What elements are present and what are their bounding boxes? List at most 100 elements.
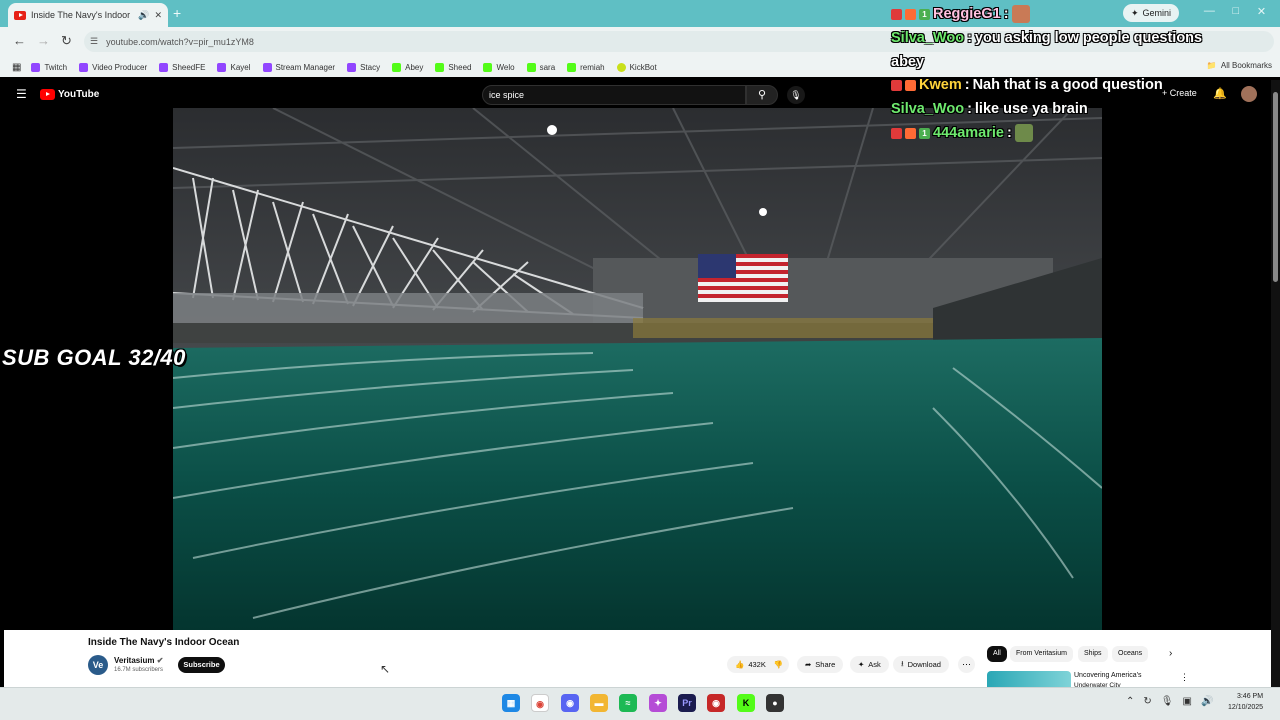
chat-text: like use ya brain bbox=[974, 101, 1088, 117]
display-icon[interactable]: ▣ bbox=[1182, 696, 1191, 707]
new-tab-button[interactable]: + bbox=[173, 5, 181, 21]
close-tab-icon[interactable]: ✕ bbox=[154, 10, 162, 21]
back-arrow-icon[interactable]: ← bbox=[13, 33, 26, 48]
subscribe-button[interactable]: Subscribe bbox=[178, 657, 225, 673]
voice-search-button[interactable]: 🎙 bbox=[787, 86, 805, 104]
create-label: Create bbox=[1169, 88, 1197, 98]
download-icon: ⭳ bbox=[901, 659, 904, 668]
search-button[interactable]: ⚲ bbox=[746, 85, 778, 105]
thumbs-up-icon: 👍 bbox=[735, 660, 745, 669]
share-button[interactable]: ➦ Share bbox=[797, 656, 844, 673]
account-avatar[interactable] bbox=[1241, 86, 1257, 102]
like-dislike-button[interactable]: 👍 432K 👎 bbox=[727, 656, 789, 673]
hamburger-menu-icon[interactable]: ☰ bbox=[16, 87, 27, 101]
bookmark-item[interactable]: Video Producer bbox=[79, 62, 147, 72]
bookmark-item[interactable]: sara bbox=[526, 62, 555, 72]
volume-icon[interactable]: 🔊 bbox=[1201, 696, 1213, 707]
chat-text: Nah that is a good question bbox=[972, 77, 1163, 93]
bookmark-item[interactable]: Welo bbox=[483, 62, 515, 72]
discord-icon[interactable]: ◉ bbox=[561, 694, 579, 712]
bookmark-item[interactable]: Twitch bbox=[31, 62, 67, 72]
thumbs-down-icon[interactable]: 👎 bbox=[774, 660, 783, 669]
all-bookmarks-label: All Bookmarks bbox=[1220, 61, 1272, 70]
twitch-icon bbox=[217, 62, 227, 72]
chip-ships[interactable]: Ships bbox=[1078, 646, 1108, 662]
close-window-icon[interactable]: ✕ bbox=[1257, 5, 1266, 18]
bookmark-item[interactable]: Abey bbox=[392, 62, 423, 72]
channel-name[interactable]: Veritasium ✔ bbox=[114, 656, 163, 665]
chrome-icon[interactable]: ◉ bbox=[531, 694, 549, 712]
ask-label: Ask bbox=[868, 660, 881, 669]
heart-badge-icon bbox=[891, 79, 902, 91]
chevron-up-icon[interactable]: ⌃ bbox=[1126, 696, 1134, 707]
kick-icon bbox=[567, 62, 577, 72]
streaming-app-icon[interactable]: ◉ bbox=[707, 694, 725, 712]
sparkle-icon: ✦ bbox=[1131, 7, 1139, 18]
youtube-play-icon bbox=[40, 89, 55, 100]
more-actions-button[interactable]: ⋯ bbox=[958, 656, 975, 673]
video-player[interactable] bbox=[173, 108, 1102, 630]
sync-icon[interactable]: ↻ bbox=[1143, 696, 1151, 707]
microphone-icon[interactable]: 🎙 bbox=[1161, 696, 1174, 707]
download-label: Download bbox=[907, 660, 941, 669]
sparkle-icon: ✦ bbox=[858, 660, 865, 669]
channel-name-text: Veritasium bbox=[114, 656, 155, 665]
sub-goal-overlay: SUB GOAL 32/40 bbox=[2, 345, 186, 370]
forward-arrow-icon[interactable]: → bbox=[37, 33, 50, 48]
search-input[interactable]: ice spice bbox=[482, 85, 746, 105]
file-explorer-icon[interactable]: ▬ bbox=[590, 694, 608, 712]
kick-icon[interactable]: K bbox=[737, 694, 755, 712]
bookmark-item[interactable]: Stream Manager bbox=[262, 62, 335, 72]
related-video-thumbnail[interactable] bbox=[987, 671, 1071, 687]
twitch-icon bbox=[262, 62, 272, 72]
chip-all[interactable]: All bbox=[987, 646, 1007, 662]
bookmark-item[interactable]: remiah bbox=[567, 62, 605, 72]
microphone-icon: 🎙 bbox=[790, 90, 802, 100]
bookmark-label: KickBot bbox=[629, 62, 657, 72]
kebab-menu-icon[interactable]: ⋮ bbox=[1180, 672, 1189, 683]
bookmark-item[interactable]: Kayel bbox=[217, 62, 251, 72]
minimize-icon[interactable]: — bbox=[1204, 5, 1215, 18]
window-controls: — □ ✕ bbox=[1195, 5, 1275, 18]
create-button[interactable]: + Create bbox=[1162, 88, 1197, 98]
apps-grid-icon[interactable]: ▦ bbox=[12, 62, 21, 73]
browser-tab-bar bbox=[0, 0, 1280, 27]
channel-avatar[interactable]: Ve bbox=[88, 655, 108, 675]
chat-message: 1 444amarie: bbox=[891, 124, 1033, 142]
scrollbar-thumb[interactable] bbox=[1273, 92, 1278, 282]
chip-from-channel[interactable]: From Veritasium bbox=[1010, 646, 1073, 662]
us-flag bbox=[698, 254, 788, 302]
chat-username: ReggieG1 bbox=[933, 6, 1001, 22]
browser-tab[interactable]: Inside The Navy's Indoor O 🔊 ✕ bbox=[8, 3, 168, 27]
subscriber-count: 16.7M subscribers bbox=[114, 667, 164, 673]
chat-message: abey bbox=[891, 54, 924, 70]
all-bookmarks-button[interactable]: 📁 All Bookmarks bbox=[1207, 61, 1272, 70]
bookmark-item[interactable]: Sheed bbox=[435, 62, 471, 72]
kick-icon bbox=[483, 62, 493, 72]
download-button[interactable]: ⭳ Download bbox=[893, 656, 949, 673]
bookmark-label: SheedFE bbox=[172, 62, 206, 72]
speaker-icon[interactable]: 🔊 bbox=[138, 10, 149, 21]
reload-icon[interactable]: ↻ bbox=[61, 33, 72, 49]
clock-date: 12/10/2025 bbox=[1228, 704, 1264, 711]
copilot-icon[interactable]: ✦ bbox=[649, 694, 667, 712]
spotify-icon[interactable]: ≈ bbox=[619, 694, 637, 712]
gemini-button[interactable]: ✦ Gemini bbox=[1123, 4, 1180, 22]
youtube-logo[interactable]: YouTube bbox=[40, 89, 99, 100]
obs-icon[interactable]: ● bbox=[766, 694, 784, 712]
site-info-icon[interactable]: ☰ bbox=[90, 36, 98, 47]
related-video-title[interactable]: Uncovering America's bbox=[1074, 672, 1141, 679]
chat-message: 1 ReggieG1: bbox=[891, 5, 1030, 23]
bookmark-item[interactable]: Stacy bbox=[347, 62, 381, 72]
chevron-right-icon[interactable]: › bbox=[1169, 648, 1172, 659]
premiere-pro-icon[interactable]: Pr bbox=[678, 694, 696, 712]
bookmark-item[interactable]: KickBot bbox=[616, 62, 657, 72]
bookmark-label: Stacy bbox=[360, 62, 381, 72]
windows-start-icon[interactable]: ▦ bbox=[502, 694, 520, 712]
taskbar-clock[interactable]: 3:46 PM 12/10/2025 bbox=[1228, 691, 1263, 713]
ask-button[interactable]: ✦ Ask bbox=[850, 656, 889, 673]
maximize-icon[interactable]: □ bbox=[1233, 5, 1240, 18]
notifications-bell-icon[interactable]: 🔔 bbox=[1213, 87, 1227, 100]
bookmark-item[interactable]: SheedFE bbox=[159, 62, 206, 72]
chip-oceans[interactable]: Oceans bbox=[1112, 646, 1149, 662]
